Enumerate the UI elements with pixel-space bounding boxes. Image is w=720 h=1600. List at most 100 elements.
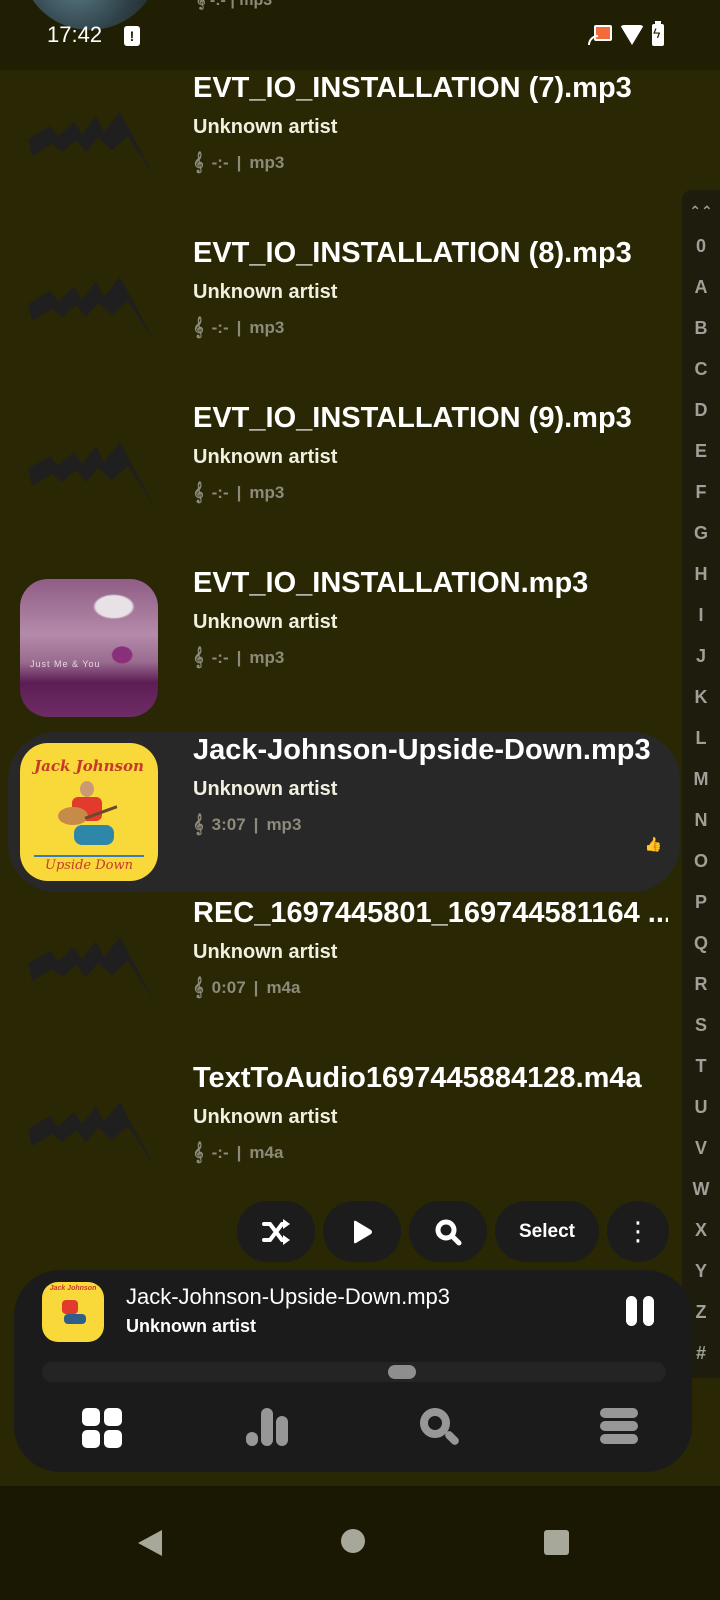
track-row[interactable]: Just Me & You EVT_IO_INSTALLATION.mp3 Un… [0,565,680,730]
index-letter[interactable]: G [694,513,708,554]
album-art-subtitle: Upside Down [44,858,133,873]
progress-thumb[interactable] [387,1365,416,1379]
scroll-to-top-icon[interactable]: ⌃⌃ [689,196,712,226]
index-letter[interactable]: F [696,472,707,513]
index-letter[interactable]: 0 [696,226,706,267]
index-letter[interactable]: B [695,308,708,349]
index-letter[interactable]: Q [694,923,708,964]
track-format: m4a [266,977,301,997]
index-letter[interactable]: Z [696,1292,707,1333]
nav-search-icon[interactable] [416,1408,476,1458]
treble-clef-icon: 𝄞 [193,814,204,834]
nav-library-grid-icon[interactable] [82,1408,122,1448]
index-letter[interactable]: U [695,1087,708,1128]
meta-separator: | [236,647,242,667]
wifi-icon [620,25,644,45]
select-button[interactable]: Select [495,1201,599,1262]
track-artist: Unknown artist [193,446,338,468]
album-art-figure [34,781,144,857]
track-title: REC_1697445801_169744581164 ... [193,897,668,929]
index-letter[interactable]: O [694,841,708,882]
more-options-button[interactable]: ⋮ [607,1201,669,1262]
nav-stats-bars-icon[interactable] [246,1408,306,1458]
track-format: m4a [249,1142,284,1162]
index-letter[interactable]: E [695,431,707,472]
track-duration: -:- [211,482,229,502]
back-icon[interactable] [138,1530,162,1556]
index-letter[interactable]: A [695,267,708,308]
search-icon [435,1219,462,1245]
track-row[interactable]: REC_1697445801_169744581164 ... Unknown … [0,895,680,1060]
track-format: mp3 [249,152,285,172]
waveform-placeholder-icon [20,909,158,1047]
index-letter[interactable]: V [695,1128,707,1169]
index-letter[interactable]: C [695,349,708,390]
track-artist: Unknown artist [193,1106,338,1128]
recent-apps-icon[interactable] [544,1530,569,1555]
index-letter[interactable]: L [696,718,707,759]
treble-clef-icon: 𝄞 [193,152,204,172]
track-row-now-playing[interactable]: Jack Johnson Upside Down Jack-Johnson-Up… [8,732,680,892]
index-letter[interactable]: Y [695,1251,707,1292]
index-letter[interactable]: P [695,882,707,923]
search-button[interactable] [409,1201,487,1262]
alphabet-index-scroller[interactable]: ⌃⌃ 0 A B C D E F G H I J K L M N O P Q R S T U V W X Y Z # [682,190,720,1378]
track-title: EVT_IO_INSTALLATION (9).mp3 [193,402,632,434]
shuffle-button[interactable] [237,1201,315,1262]
track-title: EVT_IO_INSTALLATION (8).mp3 [193,237,632,269]
album-art-title: Jack Johnson [34,757,144,775]
album-art: Just Me & You [20,578,158,717]
track-row[interactable]: EVT_IO_INSTALLATION (7).mp3 Unknown arti… [0,70,680,235]
track-row[interactable]: EVT_IO_INSTALLATION (9).mp3 Unknown arti… [0,400,680,565]
track-duration: 0:07 [211,977,246,997]
track-list[interactable]: EVT_IO_INSTALLATION (7).mp3 Unknown arti… [0,70,680,1225]
track-title: Jack-Johnson-Upside-Down.mp3 [193,734,651,766]
meta-separator: | [236,317,242,337]
waveform-placeholder-icon [20,1074,158,1212]
track-format: mp3 [249,482,285,502]
home-icon[interactable] [341,1529,365,1553]
playback-progress-slider[interactable] [42,1362,666,1382]
track-meta: 𝄞 -:- | mp3 [193,482,284,503]
index-letter[interactable]: I [698,595,703,636]
now-playing-art: Jack Johnson [42,1282,104,1342]
index-letter[interactable]: K [695,677,708,718]
index-letter[interactable]: W [693,1169,710,1210]
index-letter[interactable]: # [696,1333,706,1374]
track-meta: 𝄞 0:07 | m4a [193,977,300,998]
track-duration: 3:07 [211,814,246,834]
index-letter[interactable]: T [696,1046,707,1087]
track-duration: -:- [211,1142,229,1162]
nav-menu-icon[interactable] [600,1408,660,1458]
index-letter[interactable]: N [695,800,708,841]
more-vertical-icon: ⋮ [625,1216,651,1246]
status-time: 17:42 [47,22,103,47]
action-buttons: Select ⋮ [237,1201,669,1262]
play-all-button[interactable] [323,1201,401,1262]
pause-button[interactable] [626,1296,656,1326]
track-artist: Unknown artist [193,941,338,963]
mini-player[interactable]: Jack Johnson Jack-Johnson-Upside-Down.mp… [14,1270,692,1472]
meta-separator: | [236,1142,242,1162]
treble-clef-icon: 𝄞 [193,1142,204,1162]
index-letter[interactable]: R [695,964,708,1005]
index-letter[interactable]: M [694,759,709,800]
system-navigation-bar [0,1486,720,1600]
index-letter[interactable]: J [696,636,706,677]
thumbs-up-icon[interactable]: 👍 [645,836,662,853]
index-letter[interactable]: S [695,1005,707,1046]
shuffle-icon [262,1218,290,1245]
treble-clef-icon: 𝄞 [193,977,204,997]
pause-icon-bar [626,1296,637,1326]
index-letter[interactable]: D [695,390,708,431]
track-duration: -:- [211,647,229,667]
treble-clef-icon: 𝄞 [193,482,204,502]
index-letter[interactable]: H [695,554,708,595]
cast-icon [588,25,612,45]
waveform-placeholder-icon [20,249,158,387]
index-letter[interactable]: X [695,1210,707,1251]
meta-separator: | [253,977,259,997]
now-playing-title[interactable]: Jack-Johnson-Upside-Down.mp3 [126,1284,450,1310]
track-row[interactable]: EVT_IO_INSTALLATION (8).mp3 Unknown arti… [0,235,680,400]
status-bar: 𝄞 -:- | mp3 17:42 ! [0,0,720,70]
